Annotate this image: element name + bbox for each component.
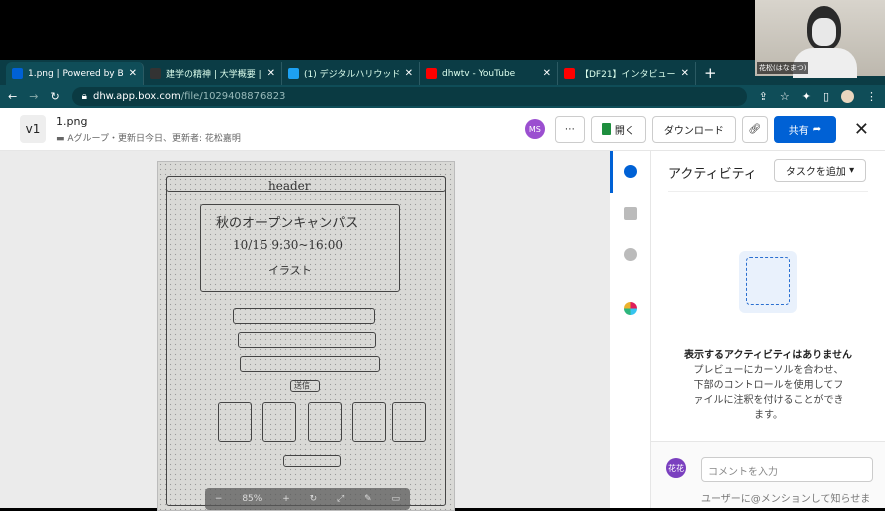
sketch-button: 送信	[294, 381, 310, 390]
copy-link-button[interactable]: 🔗︎	[741, 115, 768, 143]
tab-title: (1) デジタルハリウッド大学 (	[304, 70, 400, 80]
sketch-date: 10/15 9:30~16:00	[233, 238, 343, 252]
sketch-illust: イラスト	[268, 264, 312, 277]
share-button[interactable]: 共有 ➦	[773, 115, 836, 143]
fullscreen-icon[interactable]: ⤢	[337, 494, 344, 504]
sketch-header-text: header	[268, 179, 311, 193]
tab-close-icon[interactable]: ✕	[129, 68, 137, 79]
bookmark-star-icon[interactable]: ☆	[780, 90, 790, 103]
file-meta: Aグループ・更新日今日、更新者: 花松嘉明	[67, 133, 241, 144]
share-page-icon[interactable]: ⇪	[759, 90, 768, 103]
sheets-icon	[601, 123, 611, 135]
doc-favicon-icon	[150, 68, 161, 79]
youtube-favicon-icon	[564, 68, 575, 79]
file-preview[interactable]: header 秋のオープンキャンパス 10/15 9:30~16:00 イラスト…	[0, 151, 610, 511]
more-button[interactable]: ⋯	[554, 115, 585, 143]
tab-title: 【DF21】インタビュー映像	[580, 70, 676, 80]
open-label: 開く	[614, 125, 635, 137]
draw-annotation-icon[interactable]: ✎	[364, 494, 372, 504]
activity-illustration-icon	[739, 251, 797, 313]
empty-title: 表示するアクティビティはありません	[684, 350, 852, 361]
address-bar: ← → ↻ 🔒︎ dhw.app.box.com/file/1029408876…	[0, 85, 885, 108]
tab-title: dhwtv - YouTube	[442, 68, 516, 79]
zoom-level: 85%	[242, 494, 263, 504]
slack-icon[interactable]	[624, 302, 637, 315]
collaborator-avatar[interactable]: MS	[524, 119, 545, 139]
add-task-button[interactable]: タスクを追加 ▾	[774, 159, 866, 182]
webcam-name: 花松(はなまつ)	[757, 62, 809, 74]
youtube-favicon-icon	[426, 68, 437, 79]
zoom-out-button[interactable]: −	[215, 494, 223, 504]
tab-youtube-4[interactable]: 【DF21】インタビュー映像 ✕	[558, 62, 696, 85]
version-badge[interactable]: v1	[20, 115, 46, 143]
menu-icon[interactable]: ⋮	[866, 90, 877, 103]
empty-description: プレビューにカーソルを合わせ、下部のコントロールを使用してファイルに注釈を付ける…	[693, 365, 844, 421]
panel-title: アクティビティ	[668, 167, 757, 182]
activity-icon[interactable]	[624, 165, 637, 178]
forward-icon[interactable]: →	[29, 90, 38, 103]
new-tab-button[interactable]: +	[696, 64, 725, 85]
comment-box: 花花 コメントを入力 ユーザーに@メンションして知らせま	[651, 441, 885, 508]
file-header: v1 1.png ▬ Aグループ・更新日今日、更新者: 花松嘉明 MS ⋯ 開く…	[0, 108, 885, 151]
url-host: dhw.app.box.com	[92, 91, 181, 102]
video-top-bar	[0, 0, 885, 60]
sidepanel-icon[interactable]: ▯	[823, 90, 829, 103]
point-annotation-icon[interactable]: ▭	[391, 494, 400, 504]
rotate-icon[interactable]: ↻	[310, 494, 318, 504]
share-label: 共有	[788, 125, 809, 137]
tab-youtube-3[interactable]: dhwtv - YouTube ✕	[420, 62, 558, 85]
webcam-overlay: 花松(はなまつ)	[755, 0, 885, 78]
preview-toolbar: − 85% + ↻ ⤢ ✎ ▭	[205, 488, 410, 510]
tab-close-icon[interactable]: ✕	[267, 68, 275, 79]
browser-tabs: 1.png | Powered by Box ✕ 建学の精神 | 大学概要 | デ ✕…	[0, 60, 885, 85]
extensions-icon[interactable]: ✦	[802, 90, 811, 103]
tab-doc-1[interactable]: 建学の精神 | 大学概要 | デ ✕	[144, 62, 282, 85]
tab-title: 1.png | Powered by Box	[28, 68, 124, 79]
share-arrow-icon: ➦	[812, 123, 822, 135]
zoom-in-button[interactable]: +	[282, 494, 290, 504]
tab-box-0[interactable]: 1.png | Powered by Box ✕	[6, 62, 144, 85]
tab-close-icon[interactable]: ✕	[405, 68, 413, 79]
open-button[interactable]: 開く	[590, 115, 646, 143]
tab-close-icon[interactable]: ✕	[681, 68, 689, 79]
back-icon[interactable]: ←	[8, 90, 17, 103]
folder-icon: ▬	[56, 133, 68, 144]
sidebar-icons	[610, 151, 651, 508]
sketch-banner: 秋のオープンキャンパス	[216, 216, 359, 231]
sketch-image: header 秋のオープンキャンパス 10/15 9:30~16:00 イラスト…	[157, 161, 455, 511]
add-task-label: タスクを追加	[785, 167, 846, 178]
file-name: 1.png	[56, 114, 88, 128]
tab-title: 建学の精神 | 大学概要 | デ	[166, 70, 262, 80]
url-input[interactable]: 🔒︎ dhw.app.box.com/file/1029408876823	[71, 87, 747, 106]
mention-hint: ユーザーに@メンションして知らせま	[701, 494, 871, 505]
twitter-favicon-icon	[288, 68, 299, 79]
download-button[interactable]: ダウンロード	[651, 115, 736, 143]
comment-input[interactable]: コメントを入力	[701, 457, 873, 482]
details-icon[interactable]	[624, 207, 637, 220]
activity-panel: アクティビティ タスクを追加 ▾ 表示するアクティビティはありません プレビュー…	[651, 151, 885, 508]
lock-icon: 🔒︎	[81, 91, 87, 102]
tab-close-icon[interactable]: ✕	[543, 68, 551, 79]
tab-twitter-2[interactable]: (1) デジタルハリウッド大学 ( ✕	[282, 62, 420, 85]
skills-icon[interactable]	[624, 248, 637, 261]
link-icon: 🔗︎	[748, 123, 762, 135]
reload-icon[interactable]: ↻	[50, 90, 59, 103]
close-icon[interactable]: ✕	[854, 119, 869, 140]
url-path: /file/1029408876823	[180, 91, 286, 102]
user-avatar: 花花	[666, 458, 686, 478]
profile-avatar-icon[interactable]	[841, 90, 854, 103]
box-favicon-icon	[12, 68, 23, 79]
